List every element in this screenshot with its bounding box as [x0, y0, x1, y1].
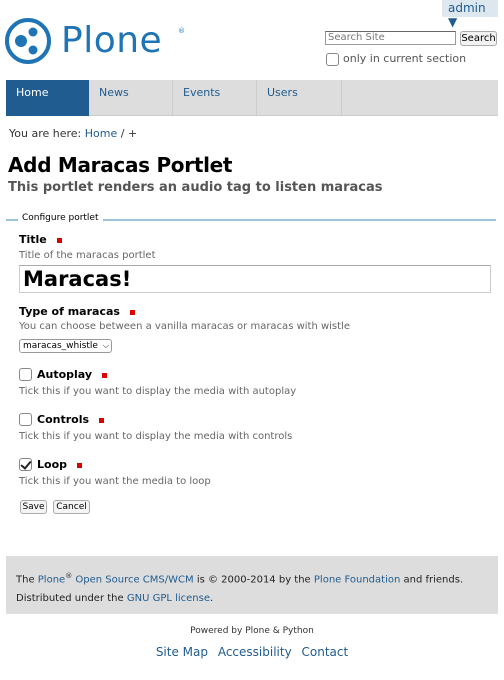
colophon: The Plone® Open Source CMS/WCM is © 2000… — [6, 556, 498, 614]
plone-logo-icon — [5, 18, 51, 64]
contact-link[interactable]: Contact — [302, 645, 349, 659]
tab-home[interactable]: Home — [6, 80, 89, 116]
cancel-button[interactable]: Cancel — [53, 500, 90, 514]
tab-users[interactable]: Users — [257, 80, 342, 116]
controls-field: Controls — [19, 412, 105, 426]
site-actions: Site Map Accessibility Contact — [0, 645, 504, 659]
chevron-down-icon: ⌵ — [102, 341, 109, 350]
logo-text: Plone — [61, 20, 163, 61]
only-current-checkbox[interactable] — [326, 52, 339, 66]
autoplay-label: Autoplay — [37, 368, 93, 381]
autoplay-field: Autoplay — [19, 367, 108, 381]
loop-field: Loop — [19, 457, 82, 471]
footer-text: . — [210, 593, 214, 605]
title-field-help: Title of the maracas portlet — [19, 250, 156, 261]
required-marker — [56, 237, 62, 243]
breadcrumb: You are here: Home / + — [9, 127, 137, 140]
type-label-text: Type of maracas — [19, 305, 120, 318]
required-marker — [129, 309, 135, 315]
site-map-link[interactable]: Site Map — [156, 645, 208, 659]
tab-events[interactable]: Events — [173, 80, 257, 116]
type-field-help: You can choose between a vanilla maracas… — [19, 321, 350, 332]
required-marker — [99, 417, 105, 423]
page-title: Add Maracas Portlet — [8, 153, 233, 177]
required-marker — [77, 462, 82, 468]
autoplay-help: Tick this if you want to display the med… — [19, 386, 297, 397]
page-description: This portlet renders an audio tag to lis… — [8, 180, 383, 195]
breadcrumb-separator: / — [120, 127, 125, 140]
loop-help: Tick this if you want the media to loop — [19, 476, 211, 487]
controls-label: Controls — [37, 413, 90, 426]
loop-checkbox[interactable] — [19, 457, 32, 471]
accessibility-link[interactable]: Accessibility — [218, 645, 292, 659]
plone-logo[interactable]: Plone ® — [5, 18, 185, 66]
footer-plone-link[interactable]: Plone — [38, 574, 65, 585]
global-nav: Home News Events Users — [6, 80, 498, 116]
title-label-text: Title — [19, 233, 47, 246]
fieldset-legend: Configure portlet — [18, 213, 103, 223]
type-select-value: maracas_whistle — [23, 341, 98, 351]
type-field-label: Type of maracas — [19, 305, 135, 318]
user-menu[interactable]: admin ▼ — [442, 0, 498, 29]
loop-label: Loop — [37, 458, 67, 471]
only-current-label: only in current section — [343, 52, 467, 65]
tab-news[interactable]: News — [89, 80, 173, 116]
save-button[interactable]: Save — [20, 500, 47, 514]
footer-cms-link[interactable]: Open Source CMS/WCM — [75, 574, 193, 585]
footer-foundation-link[interactable]: Plone Foundation — [314, 574, 400, 585]
breadcrumb-home[interactable]: Home — [85, 127, 117, 140]
search-input[interactable]: Search Site — [325, 31, 456, 45]
footer-text: The — [16, 574, 38, 586]
title-field-label: Title — [19, 233, 62, 246]
footer-license-link[interactable]: GNU GPL license — [127, 593, 210, 604]
controls-help: Tick this if you want to display the med… — [19, 431, 293, 442]
title-input[interactable]: Maracas! — [19, 265, 491, 293]
breadcrumb-prefix: You are here: — [9, 127, 82, 140]
controls-checkbox[interactable] — [19, 412, 32, 426]
type-select[interactable]: maracas_whistle ⌵ — [19, 339, 112, 353]
search-button[interactable]: Search — [460, 31, 497, 46]
required-marker — [102, 372, 108, 378]
breadcrumb-current: + — [127, 127, 138, 140]
powered-by: Powered by Plone & Python — [190, 626, 314, 636]
logo-registered: ® — [178, 27, 185, 35]
footer-text: is © 2000-2014 by the — [193, 574, 314, 586]
autoplay-checkbox[interactable] — [19, 367, 32, 381]
only-current-section: only in current section — [326, 52, 466, 66]
